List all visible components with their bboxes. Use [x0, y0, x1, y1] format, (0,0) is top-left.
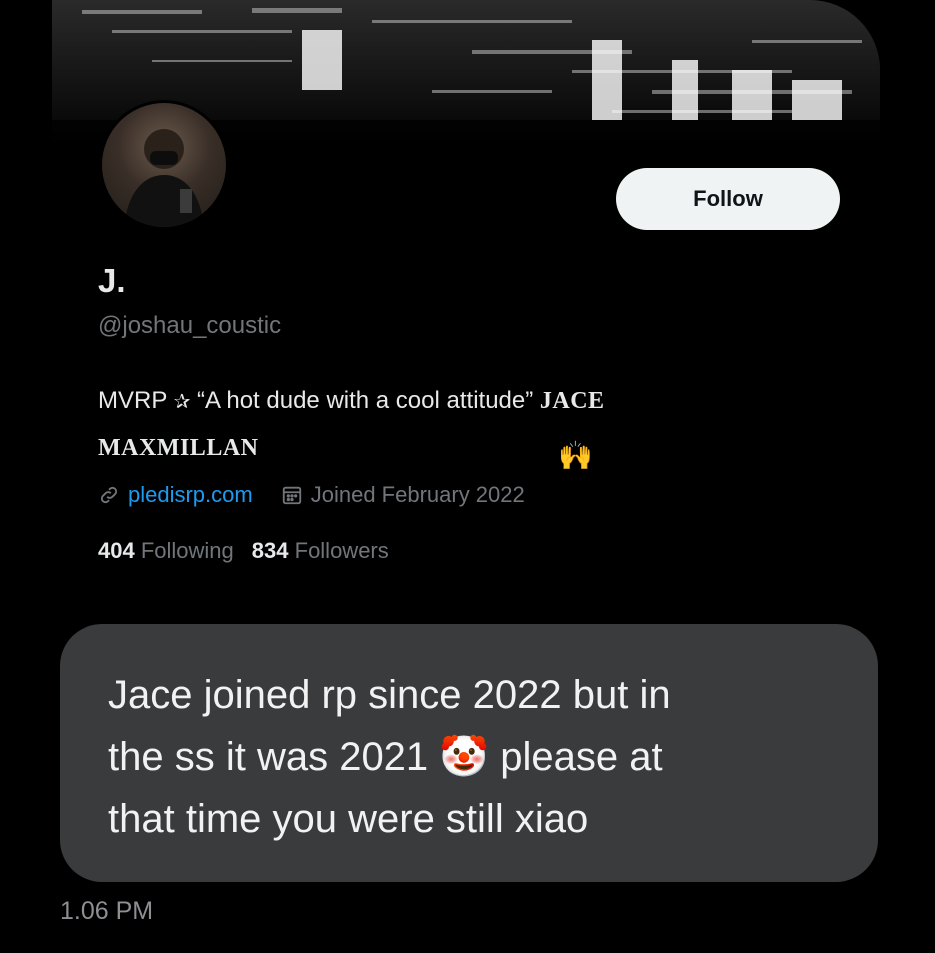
- message-bubble[interactable]: Jace joined rp since 2022 but in the ss …: [60, 624, 878, 882]
- message-line-2b: please at: [489, 735, 663, 779]
- clown-emoji: 🤡: [439, 735, 490, 779]
- website-link[interactable]: pledisrp.com: [128, 482, 253, 508]
- message-text: Jace joined rp since 2022 but in the ss …: [108, 664, 828, 850]
- followers-stat[interactable]: 834 Followers: [252, 538, 389, 563]
- display-name: J.: [98, 262, 126, 299]
- bio-text-start: MVRP: [98, 387, 174, 414]
- message-line-1: Jace joined rp since 2022 but in: [108, 673, 671, 717]
- link-icon: [98, 484, 120, 506]
- user-handle[interactable]: @joshau_coustic: [98, 312, 281, 340]
- following-count: 404: [98, 538, 135, 563]
- profile-avatar[interactable]: [99, 100, 229, 230]
- profile-meta: pledisrp.com Joined February 2022: [98, 482, 525, 508]
- profile-bio: MVRP ✰ “A hot dude with a cool attitude”…: [98, 378, 798, 471]
- followers-count: 834: [251, 538, 289, 563]
- joined-date: Joined February 2022: [310, 482, 525, 507]
- bio-quote: “A hot dude with a cool attitude”: [190, 387, 540, 414]
- following-stat[interactable]: 404 Following: [98, 538, 234, 563]
- bio-name-last: MAXMILLAN: [98, 435, 259, 461]
- follow-stats: 404 Following 834 Followers: [98, 538, 389, 564]
- profile-card: Follow J. @joshau_coustic MVRP ✰ “A hot …: [52, 0, 880, 620]
- calendar-icon: [281, 484, 303, 506]
- raised-hands-emoji: 🙌: [558, 440, 593, 471]
- message-line-3: that time you were still xiao: [108, 797, 589, 841]
- following-label: Following: [140, 538, 234, 563]
- follow-button[interactable]: Follow: [616, 168, 840, 230]
- message-timestamp: 1.06 PM: [60, 897, 154, 925]
- bio-name-first: JACE: [539, 388, 605, 414]
- star-symbol: ✰: [173, 391, 191, 413]
- message-line-2a: the ss it was 2021: [108, 735, 440, 779]
- followers-label: Followers: [294, 538, 389, 563]
